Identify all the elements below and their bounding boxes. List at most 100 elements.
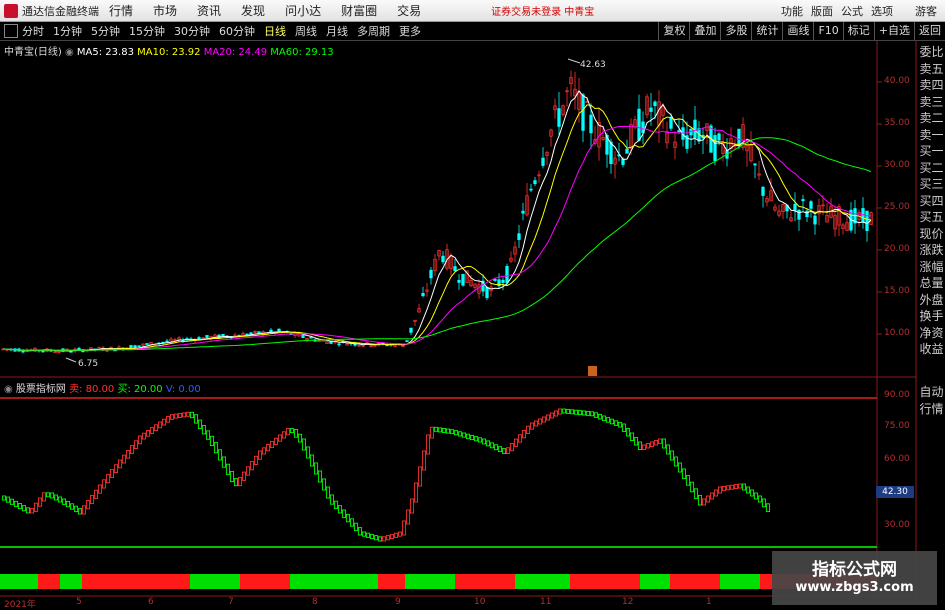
- period-monthly[interactable]: 月线: [326, 23, 348, 39]
- menu-layout[interactable]: 版面: [811, 3, 833, 19]
- side-label-turnover[interactable]: 换手: [918, 308, 945, 325]
- oscillator-block: [157, 421, 163, 429]
- overlay-button[interactable]: 叠加: [689, 22, 720, 40]
- guest-label[interactable]: 游客: [915, 3, 937, 19]
- back-button[interactable]: 返回: [914, 22, 945, 40]
- multi-stock-button[interactable]: 多股: [720, 22, 751, 40]
- restore-rights-button[interactable]: 复权: [658, 22, 689, 40]
- side-label-sell1[interactable]: 卖一: [918, 127, 945, 144]
- oscillator-block: [33, 502, 39, 512]
- side-label-buy4[interactable]: 买四: [918, 193, 945, 210]
- period-toolbar: 分时 1分钟 5分钟 15分钟 30分钟 60分钟 日线 周线 月线 多周期 更…: [0, 22, 945, 41]
- oscillator-block: [197, 419, 203, 429]
- side-label-sell3[interactable]: 卖三: [918, 94, 945, 111]
- candle-body: [669, 117, 673, 129]
- period-daily[interactable]: 日线: [264, 23, 286, 39]
- side-label-buy3[interactable]: 买三: [918, 176, 945, 193]
- side-label-weibi[interactable]: 委比: [918, 44, 945, 61]
- menu-item-news[interactable]: 资讯: [197, 2, 221, 19]
- oscillator-block: [361, 531, 367, 537]
- high-marker: 42.63: [567, 58, 606, 70]
- menu-options[interactable]: 选项: [871, 3, 893, 19]
- period-tick[interactable]: 分时: [22, 23, 44, 39]
- period-1min[interactable]: 1分钟: [53, 23, 82, 39]
- menu-item-discover[interactable]: 发现: [241, 2, 265, 19]
- oscillator-block: [381, 536, 387, 542]
- oscillator-block: [217, 449, 223, 461]
- period-5min[interactable]: 5分钟: [91, 23, 120, 39]
- menu-item-ask[interactable]: 问小达: [285, 2, 321, 19]
- period-60min[interactable]: 60分钟: [219, 23, 255, 39]
- oscillator-block: [609, 418, 615, 425]
- auto-label[interactable]: 自动: [918, 384, 945, 401]
- watermark-url: www.zbgs3.com: [795, 580, 914, 595]
- side-label-outer[interactable]: 外盘: [918, 292, 945, 309]
- stats-button[interactable]: 统计: [751, 22, 782, 40]
- oscillator-block: [341, 509, 347, 518]
- candle-body: [309, 336, 313, 339]
- mark-button[interactable]: 标记: [842, 22, 874, 40]
- oscillator-block: [641, 444, 647, 450]
- chart-canvas[interactable]: 42.63 6.75: [0, 41, 945, 609]
- menu-item-market[interactable]: 行情: [109, 2, 133, 19]
- signal-segment: [0, 574, 38, 589]
- side-label-buy2[interactable]: 买二: [918, 160, 945, 177]
- period-15min[interactable]: 15分钟: [129, 23, 165, 39]
- oscillator-block: [89, 494, 95, 505]
- signal-segment: [455, 574, 515, 589]
- candle-body: [865, 210, 869, 231]
- side-label-change-pct[interactable]: 涨幅: [918, 259, 945, 276]
- signal-segment: [405, 574, 455, 589]
- candle-body: [693, 119, 697, 139]
- moving-average-lines: [2, 90, 872, 352]
- quote-label[interactable]: 行情: [918, 401, 945, 418]
- period-multi[interactable]: 多周期: [357, 23, 390, 39]
- candle-body: [541, 157, 545, 166]
- menu-item-trade[interactable]: 交易: [397, 2, 421, 19]
- menu-function[interactable]: 功能: [781, 3, 803, 19]
- oscillator-block: [529, 422, 535, 430]
- candle-body: [249, 332, 253, 335]
- oscillator-block: [693, 488, 699, 499]
- period-weekly[interactable]: 周线: [295, 23, 317, 39]
- signal-segment: [290, 574, 378, 589]
- candle-body: [753, 163, 757, 166]
- oscillator-block: [617, 421, 623, 428]
- side-label-price[interactable]: 现价: [918, 226, 945, 243]
- period-more[interactable]: 更多: [399, 23, 421, 39]
- oscillator-block: [469, 434, 475, 441]
- oscillator-block: [501, 448, 507, 454]
- side-label-change[interactable]: 涨跌: [918, 242, 945, 259]
- event-marker-icon[interactable]: [588, 366, 597, 376]
- side-label-earnings[interactable]: 收益: [918, 341, 945, 358]
- oscillator-block: [709, 492, 715, 500]
- side-label-netasset[interactable]: 净资: [918, 325, 945, 342]
- oscillator-block: [129, 445, 135, 454]
- candle-body: [269, 329, 273, 332]
- menu-item-exchange[interactable]: 市场: [153, 2, 177, 19]
- oscillator-block: [289, 428, 295, 434]
- candle-body: [337, 343, 341, 346]
- side-label-buy1[interactable]: 买一: [918, 143, 945, 160]
- oscillator-block: [201, 425, 207, 435]
- oscillator-block: [437, 427, 443, 433]
- side-label-sell4[interactable]: 卖四: [918, 77, 945, 94]
- oscillator-block: [377, 536, 383, 542]
- layout-icon[interactable]: [4, 24, 18, 38]
- side-label-sell5[interactable]: 卖五: [918, 61, 945, 78]
- side-label-volume[interactable]: 总量: [918, 275, 945, 292]
- side-label-buy5[interactable]: 买五: [918, 209, 945, 226]
- add-watchlist-button[interactable]: +自选: [873, 22, 914, 40]
- period-30min[interactable]: 30分钟: [174, 23, 210, 39]
- indicator-name[interactable]: 股票指标网: [16, 384, 66, 395]
- f10-button[interactable]: F10: [813, 22, 842, 40]
- oscillator-block: [753, 492, 759, 500]
- signal-segment: [570, 574, 640, 589]
- side-label-sell2[interactable]: 卖二: [918, 110, 945, 127]
- oscillator-block: [765, 503, 771, 513]
- oscillator-block: [29, 507, 35, 514]
- oscillator-block: [113, 464, 119, 474]
- draw-line-button[interactable]: 画线: [782, 22, 813, 40]
- menu-formula[interactable]: 公式: [841, 3, 863, 19]
- menu-item-wealth[interactable]: 财富圈: [341, 2, 377, 19]
